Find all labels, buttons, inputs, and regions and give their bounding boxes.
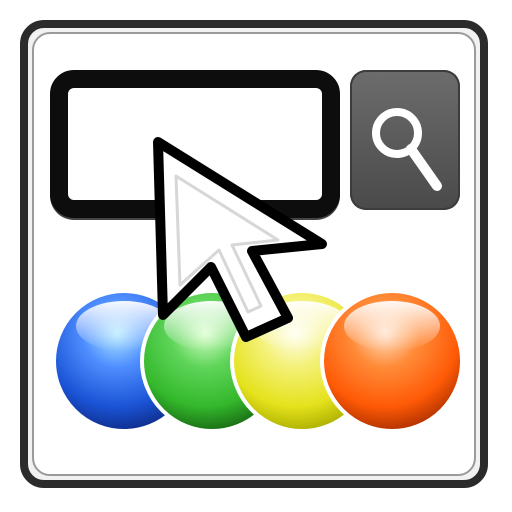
- search-button[interactable]: [350, 70, 460, 210]
- search-input[interactable]: [50, 70, 340, 218]
- search-icon: [372, 108, 442, 191]
- search-cursor-app-icon: [0, 0, 512, 512]
